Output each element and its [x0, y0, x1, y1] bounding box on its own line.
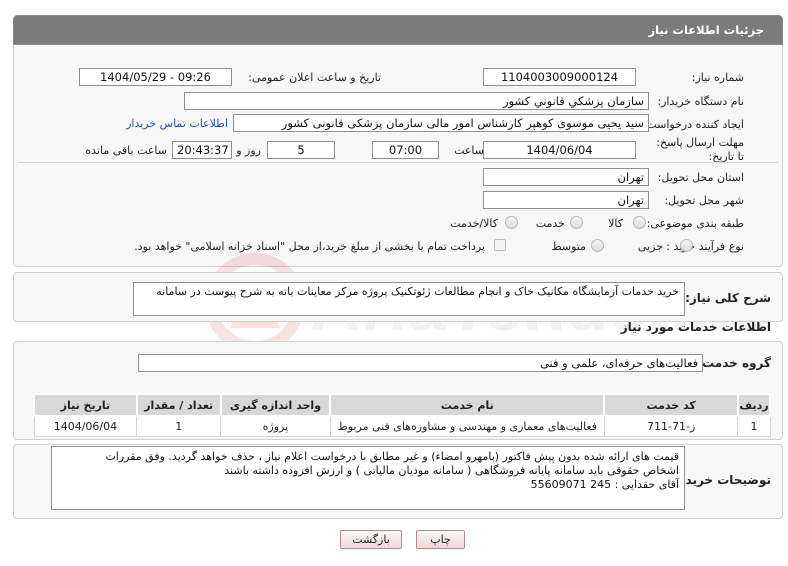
process-minor-radio[interactable]	[680, 239, 693, 252]
top-strip	[0, 0, 788, 10]
cell-date: 1404/06/04	[33, 415, 138, 437]
deadline-time-field[interactable]: 07:00	[372, 141, 439, 159]
notes-line-2: اشخاص حقوقی باید سامانه پایانه فروشگاهی …	[224, 464, 679, 477]
process-medium-radio[interactable]	[591, 239, 604, 252]
page-title: جزئیات اطلاعات نیاز	[648, 23, 764, 37]
creator-field[interactable]: سید یحیی موسوی کوهپر کارشناس امور مالی س…	[233, 114, 649, 132]
cell-name: فعالیت‌های معماری و مهندسی و مشاوره‌های …	[329, 415, 605, 437]
contact-buyer-link[interactable]: اطلاعات تماس خریدار	[126, 117, 228, 130]
process-minor-label: جزیی	[637, 240, 663, 253]
summary-text[interactable]: خرید خدمات آزمایشگاه مکانیک خاک و انجام …	[133, 282, 685, 316]
cell-code: ز-71-711	[603, 415, 739, 437]
divider	[18, 162, 778, 163]
category-service-radio[interactable]	[570, 216, 583, 229]
process-label: نوع فرآیند خرید :	[666, 240, 744, 253]
col-header-name: نام خدمت	[329, 393, 606, 417]
back-button[interactable]: بازگشت	[340, 530, 402, 549]
summary-label: شرح کلی نیاز:	[685, 291, 771, 305]
remaining-time-field[interactable]: 20:43:37	[172, 141, 232, 159]
category-goods-label: کالا	[608, 217, 623, 230]
days-field[interactable]: 5	[267, 141, 335, 159]
category-both-radio[interactable]	[505, 216, 518, 229]
cell-unit: پروژه	[220, 415, 331, 437]
city-label: شهر محل تحویل:	[664, 194, 744, 207]
notes-line-3: آقای حقدایی : 245 55609071	[530, 478, 679, 491]
services-section-title: اطلاعات خدمات مورد نیاز	[620, 320, 771, 334]
creator-label: ایجاد کننده درخواست:	[642, 118, 744, 131]
need-number-label: شماره نیاز:	[691, 71, 744, 84]
province-label: استان محل تحویل:	[657, 171, 744, 184]
buyer-notes-text[interactable]: قیمت های ارائه شده بدون پیش فاکتور (بامه…	[51, 446, 685, 510]
payment-note: پرداخت تمام یا بخشی از مبلغ خرید،از محل …	[134, 240, 485, 253]
announce-field[interactable]: 1404/05/29 - 09:26	[79, 68, 232, 86]
notes-line-1: قیمت های ارائه شده بدون پیش فاکتور (بامه…	[105, 450, 679, 463]
time-label: ساعت	[454, 144, 484, 157]
col-header-date: تاریخ نیاز	[33, 393, 138, 417]
cell-row: 1	[737, 415, 771, 437]
services-table: تاریخ نیاز تعداد / مقدار واحد اندازه گیر…	[33, 393, 772, 437]
province-field[interactable]: تهران	[483, 168, 649, 186]
col-header-unit: واحد اندازه گیری	[219, 393, 332, 417]
remaining-label: ساعت باقی مانده	[85, 144, 167, 157]
treasury-checkbox[interactable]	[494, 239, 506, 251]
cell-qty: 1	[136, 415, 222, 437]
process-medium-label: متوسط	[551, 240, 586, 253]
col-header-row: ردیف	[736, 393, 772, 417]
need-number-field[interactable]: 1104003009000124	[483, 68, 636, 86]
deadline-date-field[interactable]: 1404/06/04	[483, 141, 636, 159]
announce-label: تاریخ و ساعت اعلان عمومی:	[248, 71, 381, 84]
table-row: 1404/06/04 1 پروژه فعالیت‌های معماری و م…	[33, 415, 771, 437]
category-both-label: کالا/خدمت	[450, 217, 498, 230]
days-label: روز و	[236, 144, 261, 157]
buyer-org-label: نام دستگاه خریدار:	[657, 95, 744, 108]
deadline-label: مهلت ارسال پاسخ: تا تاریخ:	[656, 136, 744, 163]
category-label: طبقه بندی موضوعی:	[646, 217, 744, 230]
service-group-label: گروه خدمت:	[697, 356, 771, 370]
title-bar: جزئیات اطلاعات نیاز	[13, 15, 783, 45]
service-group-field[interactable]: فعالیت‌های حرفه‌ای، علمی و فنی	[138, 354, 703, 372]
print-button[interactable]: چاپ	[416, 530, 465, 549]
col-header-qty: تعداد / مقدار	[135, 393, 222, 417]
category-service-label: خدمت	[535, 217, 565, 230]
city-field[interactable]: تهران	[483, 191, 649, 209]
col-header-code: کد خدمت	[603, 393, 739, 417]
category-goods-radio[interactable]	[633, 216, 646, 229]
buyer-org-field[interactable]: سازمان پزشكي قانوني كشور	[184, 92, 649, 110]
